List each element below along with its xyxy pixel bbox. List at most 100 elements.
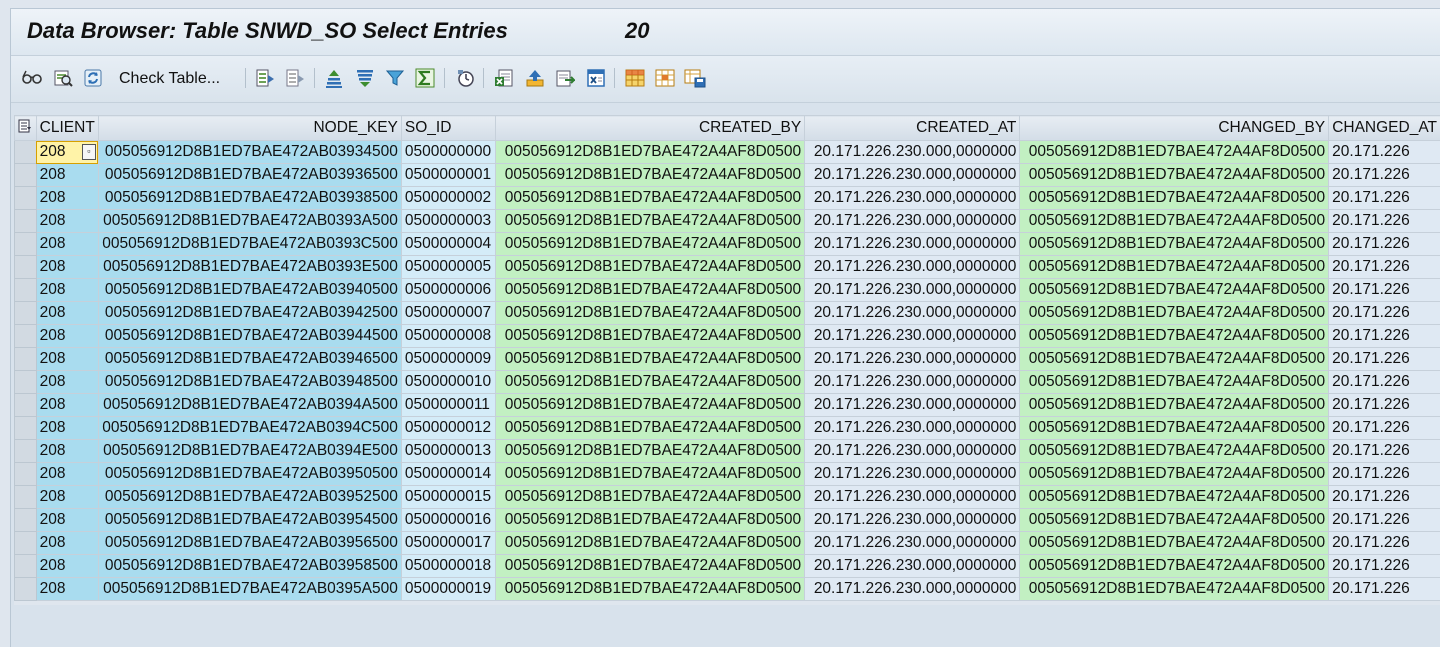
table-row[interactable]: 208005056912D8B1ED7BAE472AB0394E50005000… [15, 440, 1440, 463]
table-row[interactable]: 208005056912D8B1ED7BAE472AB0395A50005000… [15, 578, 1440, 601]
cell-created-by[interactable]: 005056912D8B1ED7BAE472A4AF8D0500 [496, 187, 805, 210]
row-selector[interactable] [15, 509, 37, 532]
cell-node-key[interactable]: 005056912D8B1ED7BAE472AB0394E500 [98, 440, 401, 463]
cell-node-key[interactable]: 005056912D8B1ED7BAE472AB0393C500 [98, 233, 401, 256]
cell-so-id[interactable]: 0500000013 [401, 440, 496, 463]
cell-created-at[interactable]: 20.171.226.230.000,0000000 [805, 302, 1020, 325]
cell-client[interactable]: 208 [36, 555, 98, 578]
cell-changed-by[interactable]: 005056912D8B1ED7BAE472A4AF8D0500 [1020, 417, 1329, 440]
layout-grid-icon[interactable] [624, 67, 646, 89]
cell-so-id[interactable]: 0500000019 [401, 578, 496, 601]
cell-client[interactable]: 208 [36, 394, 98, 417]
column-header-client[interactable]: CLIENT [36, 116, 98, 141]
cell-changed-at[interactable]: 20.171.226 [1329, 394, 1440, 417]
cell-client[interactable]: 208 [36, 440, 98, 463]
cell-created-at[interactable]: 20.171.226.230.000,0000000 [805, 164, 1020, 187]
cell-created-at[interactable]: 20.171.226.230.000,0000000 [805, 509, 1020, 532]
cell-client[interactable]: 208 [36, 279, 98, 302]
cell-so-id[interactable]: 0500000016 [401, 509, 496, 532]
row-selector[interactable] [15, 417, 37, 440]
cell-node-key[interactable]: 005056912D8B1ED7BAE472AB0393A500 [98, 210, 401, 233]
deselect-all-icon[interactable] [284, 67, 306, 89]
cell-changed-by[interactable]: 005056912D8B1ED7BAE472A4AF8D0500 [1020, 279, 1329, 302]
cell-created-by[interactable]: 005056912D8B1ED7BAE472A4AF8D0500 [496, 325, 805, 348]
cell-created-by[interactable]: 005056912D8B1ED7BAE472A4AF8D0500 [496, 486, 805, 509]
cell-created-at[interactable]: 20.171.226.230.000,0000000 [805, 325, 1020, 348]
local-file-icon[interactable] [554, 67, 576, 89]
cell-changed-at[interactable]: 20.171.226 [1329, 555, 1440, 578]
check-table-button[interactable]: Check Table... [119, 70, 220, 88]
cell-node-key[interactable]: 005056912D8B1ED7BAE472AB03956500 [98, 532, 401, 555]
cell-created-at[interactable]: 20.171.226.230.000,0000000 [805, 394, 1020, 417]
column-settings-button[interactable] [15, 116, 37, 141]
cell-changed-by[interactable]: 005056912D8B1ED7BAE472A4AF8D0500 [1020, 440, 1329, 463]
cell-created-at[interactable]: 20.171.226.230.000,0000000 [805, 348, 1020, 371]
timer-icon[interactable] [454, 67, 476, 89]
table-row[interactable]: 208005056912D8B1ED7BAE472AB0393C50005000… [15, 233, 1440, 256]
cell-created-at[interactable]: 20.171.226.230.000,0000000 [805, 256, 1020, 279]
cell-node-key[interactable]: 005056912D8B1ED7BAE472AB03942500 [98, 302, 401, 325]
cell-changed-by[interactable]: 005056912D8B1ED7BAE472A4AF8D0500 [1020, 164, 1329, 187]
cell-changed-by[interactable]: 005056912D8B1ED7BAE472A4AF8D0500 [1020, 578, 1329, 601]
row-selector[interactable] [15, 279, 37, 302]
cell-so-id[interactable]: 0500000006 [401, 279, 496, 302]
cell-changed-by[interactable]: 005056912D8B1ED7BAE472A4AF8D0500 [1020, 463, 1329, 486]
cell-changed-at[interactable]: 20.171.226 [1329, 463, 1440, 486]
row-selector[interactable] [15, 463, 37, 486]
cell-created-at[interactable]: 20.171.226.230.000,0000000 [805, 371, 1020, 394]
row-selector[interactable] [15, 164, 37, 187]
cell-so-id[interactable]: 0500000007 [401, 302, 496, 325]
export-excel-icon[interactable] [493, 67, 515, 89]
cell-node-key[interactable]: 005056912D8B1ED7BAE472AB03940500 [98, 279, 401, 302]
cell-client[interactable]: 208 [36, 210, 98, 233]
cell-so-id[interactable]: 0500000015 [401, 486, 496, 509]
cell-created-at[interactable]: 20.171.226.230.000,0000000 [805, 532, 1020, 555]
cell-created-by[interactable]: 005056912D8B1ED7BAE472A4AF8D0500 [496, 348, 805, 371]
row-selector[interactable] [15, 348, 37, 371]
cell-created-at[interactable]: 20.171.226.230.000,0000000 [805, 233, 1020, 256]
cell-created-at[interactable]: 20.171.226.230.000,0000000 [805, 279, 1020, 302]
cell-changed-at[interactable]: 20.171.226 [1329, 256, 1440, 279]
cell-created-at[interactable]: 20.171.226.230.000,0000000 [805, 463, 1020, 486]
cell-node-key[interactable]: 005056912D8B1ED7BAE472AB0395A500 [98, 578, 401, 601]
cell-changed-at[interactable]: 20.171.226 [1329, 279, 1440, 302]
cell-node-key[interactable]: 005056912D8B1ED7BAE472AB03944500 [98, 325, 401, 348]
cell-client[interactable]: 208▫ [36, 141, 98, 164]
column-header-so-id[interactable]: SO_ID [401, 116, 496, 141]
column-header-node-key[interactable]: NODE_KEY [98, 116, 401, 141]
cell-changed-by[interactable]: 005056912D8B1ED7BAE472A4AF8D0500 [1020, 256, 1329, 279]
table-row[interactable]: 208005056912D8B1ED7BAE472AB0395450005000… [15, 509, 1440, 532]
row-selector[interactable] [15, 256, 37, 279]
sort-ascending-icon[interactable] [323, 67, 345, 89]
cell-changed-at[interactable]: 20.171.226 [1329, 371, 1440, 394]
cell-created-by[interactable]: 005056912D8B1ED7BAE472A4AF8D0500 [496, 279, 805, 302]
cell-changed-by[interactable]: 005056912D8B1ED7BAE472A4AF8D0500 [1020, 325, 1329, 348]
cell-so-id[interactable]: 0500000010 [401, 371, 496, 394]
glasses-icon[interactable] [21, 67, 43, 89]
table-row[interactable]: 208005056912D8B1ED7BAE472AB0393850005000… [15, 187, 1440, 210]
select-all-icon[interactable] [254, 67, 276, 89]
cell-changed-by[interactable]: 005056912D8B1ED7BAE472A4AF8D0500 [1020, 302, 1329, 325]
cell-so-id[interactable]: 0500000004 [401, 233, 496, 256]
cell-so-id[interactable]: 0500000000 [401, 141, 496, 164]
cell-created-by[interactable]: 005056912D8B1ED7BAE472A4AF8D0500 [496, 141, 805, 164]
word-processing-icon[interactable] [585, 67, 607, 89]
table-row[interactable]: 208005056912D8B1ED7BAE472AB0394650005000… [15, 348, 1440, 371]
refresh-icon[interactable] [82, 67, 104, 89]
cell-created-by[interactable]: 005056912D8B1ED7BAE472A4AF8D0500 [496, 555, 805, 578]
cell-node-key[interactable]: 005056912D8B1ED7BAE472AB03946500 [98, 348, 401, 371]
table-row[interactable]: 208005056912D8B1ED7BAE472AB0395650005000… [15, 532, 1440, 555]
cell-changed-by[interactable]: 005056912D8B1ED7BAE472A4AF8D0500 [1020, 394, 1329, 417]
cell-so-id[interactable]: 0500000012 [401, 417, 496, 440]
table-row[interactable]: 208005056912D8B1ED7BAE472AB0394450005000… [15, 325, 1440, 348]
cell-client[interactable]: 208 [36, 164, 98, 187]
cell-client[interactable]: 208 [36, 417, 98, 440]
cell-created-by[interactable]: 005056912D8B1ED7BAE472A4AF8D0500 [496, 463, 805, 486]
cell-changed-at[interactable]: 20.171.226 [1329, 164, 1440, 187]
cell-changed-by[interactable]: 005056912D8B1ED7BAE472A4AF8D0500 [1020, 371, 1329, 394]
table-row[interactable]: 208005056912D8B1ED7BAE472AB0395250005000… [15, 486, 1440, 509]
cell-so-id[interactable]: 0500000018 [401, 555, 496, 578]
cell-node-key[interactable]: 005056912D8B1ED7BAE472AB0394C500 [98, 417, 401, 440]
table-row[interactable]: 208005056912D8B1ED7BAE472AB0394250005000… [15, 302, 1440, 325]
cell-created-at[interactable]: 20.171.226.230.000,0000000 [805, 417, 1020, 440]
